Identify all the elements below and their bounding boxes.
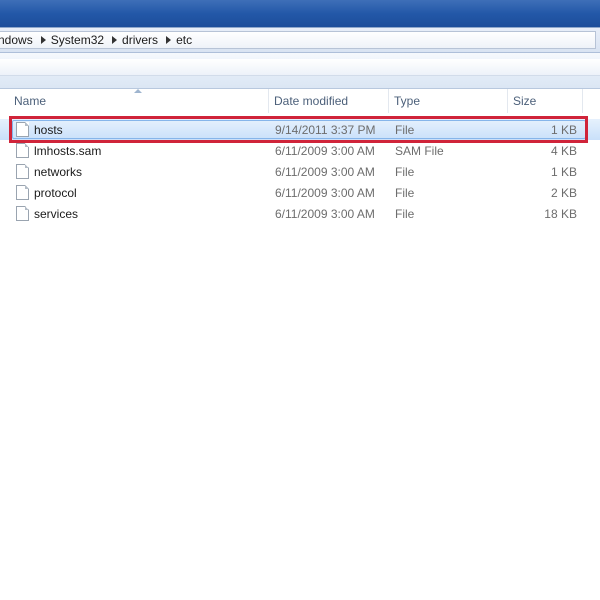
column-header-name[interactable]: Name [0, 89, 269, 113]
file-type: SAM File [395, 143, 444, 158]
column-header-type-label: Type [394, 94, 421, 108]
file-name: services [34, 206, 79, 221]
file-date: 6/11/2009 3:00 AM [275, 164, 375, 179]
column-header-date-label: Date modified [274, 94, 349, 108]
file-icon [16, 143, 29, 158]
file-type: File [395, 164, 415, 179]
file-icon [16, 206, 29, 221]
column-header-row: Name Date modified Type Size [0, 89, 600, 113]
file-row-services[interactable]: services 6/11/2009 3:00 AM File 18 KB [0, 203, 600, 224]
file-icon [16, 164, 29, 179]
chevron-right-icon[interactable] [40, 36, 46, 44]
file-row-hosts[interactable]: hosts 9/14/2011 3:37 PM File 1 KB [0, 119, 600, 140]
column-header-date-modified[interactable]: Date modified [269, 89, 389, 113]
breadcrumb-item-etc[interactable]: etc [176, 33, 198, 47]
sort-ascending-icon [134, 89, 142, 93]
file-name: lmhosts.sam [34, 143, 102, 158]
file-type: File [395, 206, 415, 221]
file-size: 2 KB [550, 185, 577, 200]
file-date: 6/11/2009 3:00 AM [275, 185, 375, 200]
column-header-type[interactable]: Type [389, 89, 508, 113]
file-row-lmhosts[interactable]: lmhosts.sam 6/11/2009 3:00 AM SAM File 4… [0, 140, 600, 161]
file-name: hosts [34, 122, 63, 137]
chevron-right-icon[interactable] [166, 36, 172, 44]
column-header-size-label: Size [513, 94, 537, 108]
window-title-bar [0, 0, 600, 30]
file-size: 1 KB [550, 122, 577, 137]
address-bar[interactable]: ndows System32 drivers etc [0, 27, 600, 53]
file-list: hosts 9/14/2011 3:37 PM File 1 KB lmhost… [0, 119, 600, 224]
file-date: 6/11/2009 3:00 AM [275, 143, 375, 158]
breadcrumb-item-drivers[interactable]: drivers [122, 33, 164, 47]
file-row-protocol[interactable]: protocol 6/11/2009 3:00 AM File 2 KB [0, 182, 600, 203]
file-size: 18 KB [544, 206, 577, 221]
file-row-networks[interactable]: networks 6/11/2009 3:00 AM File 1 KB [0, 161, 600, 182]
command-bar-strip [0, 59, 600, 76]
file-type: File [395, 185, 415, 200]
column-header-name-label: Name [14, 94, 47, 108]
file-size: 1 KB [550, 164, 577, 179]
breadcrumb-item-system32[interactable]: System32 [51, 33, 110, 47]
file-icon [16, 122, 29, 137]
file-type: File [395, 122, 415, 137]
file-date: 6/11/2009 3:00 AM [275, 206, 375, 221]
breadcrumb-item-windows[interactable]: ndows [0, 33, 39, 47]
file-date: 9/14/2011 3:37 PM [275, 122, 376, 137]
file-name: networks [34, 164, 83, 179]
breadcrumb[interactable]: ndows System32 drivers etc [0, 31, 596, 49]
command-bar [0, 53, 600, 89]
file-icon [16, 185, 29, 200]
chevron-right-icon[interactable] [112, 36, 118, 44]
column-header-size[interactable]: Size [508, 89, 583, 113]
file-size: 4 KB [550, 143, 577, 158]
file-name: protocol [34, 185, 77, 200]
